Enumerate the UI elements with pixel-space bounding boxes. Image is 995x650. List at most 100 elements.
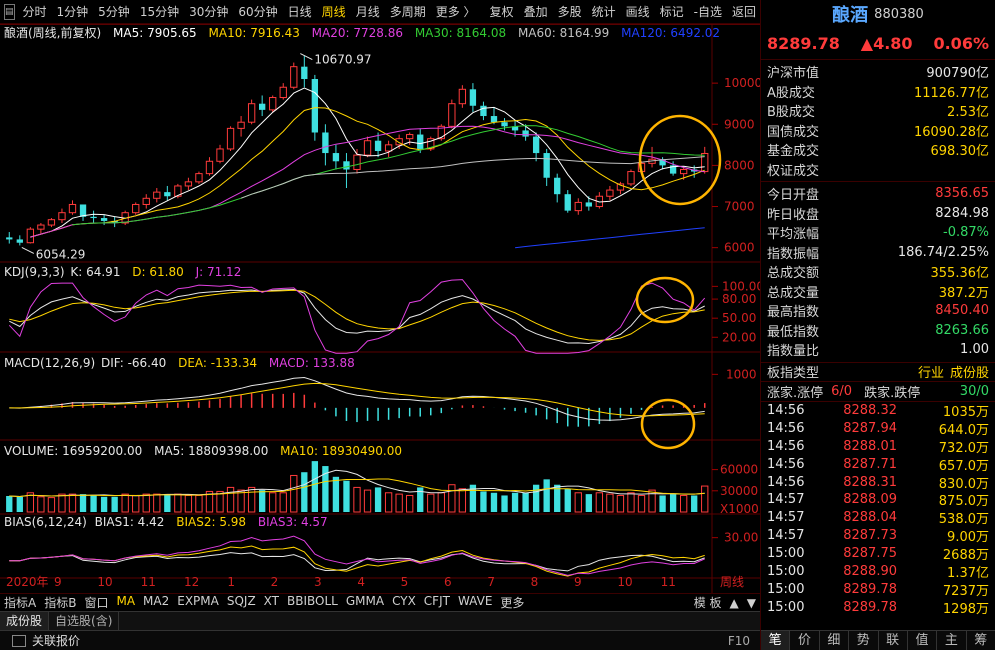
period-tab-9[interactable]: 多周期 xyxy=(385,0,431,24)
indicator-item-11[interactable]: CFJT xyxy=(420,594,454,611)
tool-button-0[interactable]: 复权 xyxy=(485,0,519,24)
ma30-line xyxy=(72,125,705,226)
stock-tabs: 成份股 自选股(含) xyxy=(0,611,760,630)
tool-button-2[interactable]: 多股 xyxy=(553,0,587,24)
indicator-item-9[interactable]: GMMA xyxy=(342,594,388,611)
indicator-item-5[interactable]: EXPMA xyxy=(173,594,223,611)
related-quote-label[interactable]: 关联报价 xyxy=(32,632,80,649)
indicator-item-2[interactable]: 窗口 xyxy=(80,594,112,611)
period-tab-2[interactable]: 5分钟 xyxy=(93,0,135,24)
period-tab-8[interactable]: 月线 xyxy=(351,0,385,24)
period-tab-7[interactable]: 周线 xyxy=(317,0,351,24)
indicator-item-10[interactable]: CYX xyxy=(388,594,420,611)
volume-bar-up xyxy=(427,493,435,513)
tool-button-7[interactable]: 返回 xyxy=(727,0,761,24)
kline-chart-area[interactable]: 10000 9000 8000 7000 6000 10670.97 6054.29 100.… xyxy=(0,24,760,594)
advance-label: 涨家.涨停 xyxy=(767,385,824,401)
tick-volume: 1298万 xyxy=(942,601,989,617)
index_rows-row: 指数振幅 186.74/2.25% xyxy=(761,243,995,263)
board-type-constituents[interactable]: 成份股 xyxy=(950,362,989,381)
panel-tab-0[interactable]: 笔 xyxy=(761,631,791,650)
indicator-item-12[interactable]: WAVE xyxy=(454,594,496,611)
market_rows-label: A股成交 xyxy=(767,85,815,101)
panel-tab-3[interactable]: 势 xyxy=(849,631,879,650)
f10-button[interactable]: F10 xyxy=(728,634,750,648)
volume-bar-up xyxy=(195,494,203,513)
volume-bar-up xyxy=(437,492,445,513)
indicator-item-4[interactable]: MA2 xyxy=(139,594,173,611)
window-icon[interactable] xyxy=(12,634,26,647)
volume-ma10: MA10: 18930490.00 xyxy=(280,444,403,458)
panel-tab-7[interactable]: 筹 xyxy=(967,631,995,650)
market_rows-label: 国债成交 xyxy=(767,124,820,140)
tool-button-6[interactable]: -自选 xyxy=(689,0,727,24)
indicator-control-0[interactable]: 模 板 xyxy=(690,594,726,611)
menu-icon[interactable]: ▤ xyxy=(4,3,15,20)
main-title: 酿酒(周线,前复权) xyxy=(4,26,102,40)
indicator-item-1[interactable]: 指标B xyxy=(40,594,80,611)
x-month-label: 6 xyxy=(444,575,452,589)
market_rows-label: B股成交 xyxy=(767,105,815,121)
market_rows-row: 沪深市值 900790亿 xyxy=(761,62,995,82)
period-tab-1[interactable]: 1分钟 xyxy=(52,0,94,24)
tool-button-5[interactable]: 标记 xyxy=(655,0,689,24)
candle-body-up xyxy=(153,191,161,199)
period-tab-6[interactable]: 日线 xyxy=(283,0,317,24)
panel-tab-1[interactable]: 价 xyxy=(790,631,820,650)
ma10-line xyxy=(30,107,705,238)
macd-name: MACD(12,26,9) xyxy=(4,356,96,370)
price-tick-label: 7000 xyxy=(724,200,755,214)
tool-button-4[interactable]: 画线 xyxy=(621,0,655,24)
kdj-tick-label: 50.00 xyxy=(722,311,756,325)
candle-body-down xyxy=(322,132,329,154)
market_rows-value: 16090.28亿 xyxy=(913,124,989,140)
kline-chart[interactable]: 10000900080007000600010670.976054.29100.… xyxy=(0,24,760,594)
index_rows-value: -0.87% xyxy=(943,225,989,241)
panel-tab-5[interactable]: 值 xyxy=(908,631,938,650)
indicator-control-1[interactable]: ▲ xyxy=(726,596,743,610)
market_rows-label: 基金成交 xyxy=(767,144,820,160)
candle-body-up xyxy=(353,154,361,171)
stock-tab-0[interactable]: 成份股 xyxy=(0,612,50,630)
board-type-industry[interactable]: 行业 xyxy=(918,362,944,381)
high-label: 10670.97 xyxy=(314,53,371,67)
market_rows-value: 698.30亿 xyxy=(930,144,990,160)
period-tab-5[interactable]: 60分钟 xyxy=(233,0,282,24)
price-tick-label: 8000 xyxy=(724,158,755,172)
candle-body-down xyxy=(585,202,592,207)
volume-bar-up xyxy=(679,494,688,513)
candle-body-down xyxy=(417,134,424,149)
price-tick-label: 9000 xyxy=(724,117,755,131)
period-tab-0[interactable]: 分时 xyxy=(18,0,52,24)
candle-body-down xyxy=(100,218,108,221)
stock-tab-1[interactable]: 自选股(含) xyxy=(49,612,120,630)
panel-tab-4[interactable]: 联 xyxy=(879,631,908,650)
indicator-item-7[interactable]: XT xyxy=(260,594,283,611)
candle-body-up xyxy=(290,66,298,88)
indicator-item-6[interactable]: SQJZ xyxy=(223,594,260,611)
candle-body-up xyxy=(574,201,582,212)
tool-button-1[interactable]: 叠加 xyxy=(519,0,553,24)
indicator-item-3[interactable]: MA xyxy=(112,594,139,611)
period-tab-4[interactable]: 30分钟 xyxy=(184,0,233,24)
volume-bar-up xyxy=(701,485,709,513)
market_rows-row: A股成交 11126.77亿 xyxy=(761,82,995,102)
volume-bar-down xyxy=(532,484,540,512)
panel-tab-2[interactable]: 细 xyxy=(820,631,850,650)
tick-volume: 538.0万 xyxy=(938,512,989,528)
x-month-label: 2 xyxy=(271,575,279,589)
indicator-item-13[interactable]: 更多 xyxy=(496,594,528,611)
candle-body-down xyxy=(301,66,308,80)
period-tab-3[interactable]: 15分钟 xyxy=(135,0,184,24)
tool-button-3[interactable]: 统计 xyxy=(587,0,621,24)
candle-body-down xyxy=(564,194,571,211)
macd-dif: DIF: -66.40 xyxy=(100,356,167,370)
market_rows-value: 2.53亿 xyxy=(947,105,989,121)
panel-tab-6[interactable]: 主 xyxy=(937,631,967,650)
indicator-item-0[interactable]: 指标A xyxy=(0,594,40,611)
volume-bar-up xyxy=(226,486,235,513)
period-tab-10[interactable]: 更多 〉 xyxy=(431,0,481,24)
ma20-label: MA20: 7728.86 xyxy=(311,26,403,40)
indicator-item-8[interactable]: BBIBOLL xyxy=(283,594,342,611)
indicator-control-2[interactable]: ▼ xyxy=(743,596,760,610)
